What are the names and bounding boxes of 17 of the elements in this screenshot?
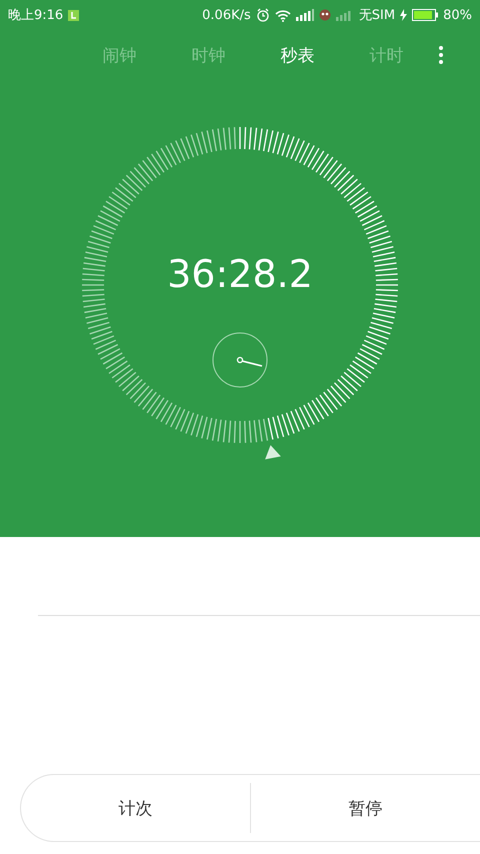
notification-icon — [68, 10, 80, 20]
control-button[interactable]: 暂停 — [251, 775, 480, 841]
subdial-drawing — [212, 332, 268, 388]
battery-icon — [412, 9, 438, 21]
app-icon — [318, 9, 331, 21]
tab[interactable]: 秒表 — [253, 40, 342, 70]
network-speed: 0.06K/s — [202, 8, 251, 22]
battery-level: 80% — [443, 8, 472, 22]
wifi-icon — [274, 8, 291, 22]
marker-icon — [265, 445, 281, 460]
stopwatch-reading: 36:28.2 — [167, 252, 313, 296]
charging-icon — [400, 9, 408, 21]
alarm-icon — [256, 8, 270, 22]
status-time: 晚上9:16 — [8, 7, 64, 24]
sim-status: 无SIM — [358, 7, 396, 24]
control-button[interactable]: 计次 — [21, 775, 250, 841]
signal-icon — [296, 9, 314, 21]
